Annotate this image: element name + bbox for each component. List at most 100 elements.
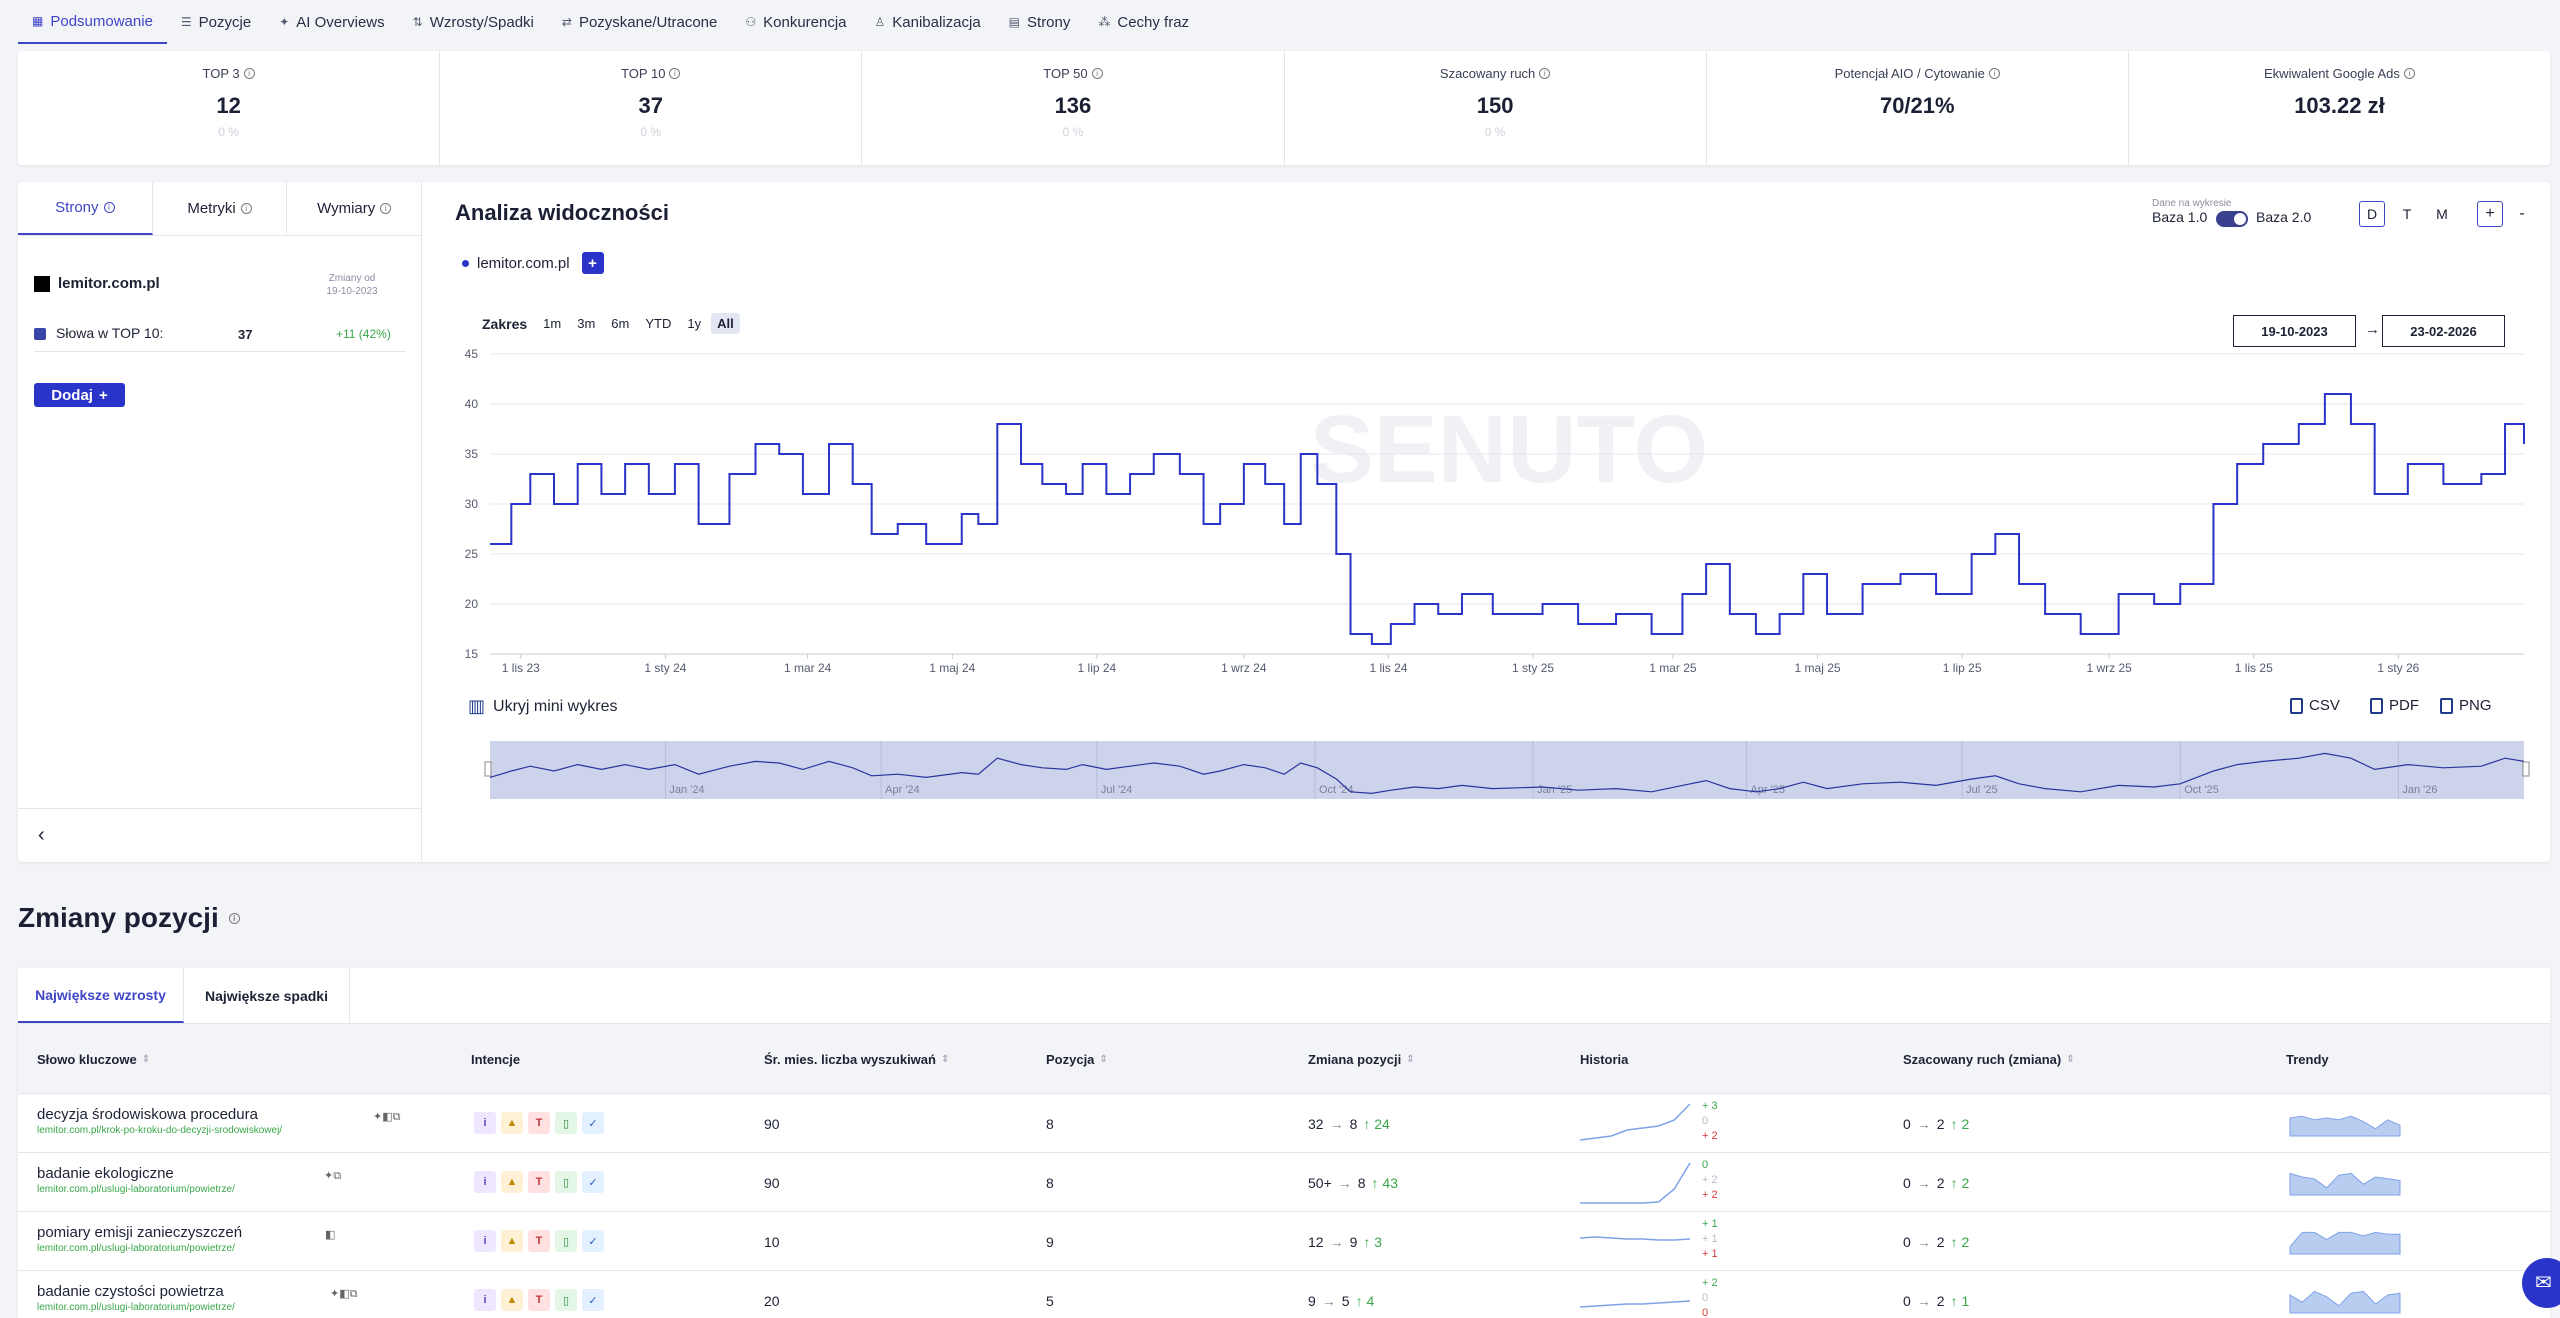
info-icon[interactable]: i xyxy=(2403,68,2415,79)
intent-badge[interactable]: i xyxy=(474,1230,496,1252)
keyword-url[interactable]: lemitor.com.pl/uslugi-laboratorium/powie… xyxy=(37,1302,235,1313)
keyword-url[interactable]: lemitor.com.pl/uslugi-laboratorium/powie… xyxy=(37,1243,235,1254)
tab-metryki[interactable]: Metryki i xyxy=(153,182,288,235)
table-row[interactable]: decyzja środowiskowa procedura lemitor.c… xyxy=(18,1094,2550,1153)
col-position[interactable]: Pozycja ⇕ xyxy=(1046,1024,1108,1094)
x-tick-label: 1 lis 25 xyxy=(2235,661,2273,675)
file-icon xyxy=(2370,697,2383,714)
table-row[interactable]: badanie ekologiczne lemitor.com.pl/uslug… xyxy=(18,1153,2550,1212)
person-icon: ♙ xyxy=(874,15,886,29)
tab-konkurencja[interactable]: ⚇ Konkurencja xyxy=(731,0,860,44)
tab-wymiary[interactable]: Wymiary i xyxy=(287,182,421,235)
navigator-tick-label: Apr '24 xyxy=(885,784,920,796)
intent-badge[interactable]: T xyxy=(528,1230,550,1252)
keyword-url[interactable]: lemitor.com.pl/krok-po-kroku-do-decyzji-… xyxy=(37,1125,282,1136)
tab-ai-overviews[interactable]: ✦ AI Overviews xyxy=(265,0,398,44)
history-delta: + 1 xyxy=(1702,1248,1718,1260)
tab-biggest-gains[interactable]: Największe wzrosty xyxy=(18,968,184,1023)
info-icon[interactable]: i xyxy=(228,912,240,924)
intent-badge[interactable]: T xyxy=(528,1289,550,1311)
collapse-sidebar-button[interactable]: ‹ xyxy=(18,808,422,862)
intent-badge[interactable]: ▯ xyxy=(555,1171,577,1193)
info-icon[interactable]: i xyxy=(1539,68,1551,79)
kpi-top50: TOP 50 i 136 0 % xyxy=(862,51,1285,165)
metric-color-swatch[interactable] xyxy=(34,328,46,340)
history-delta: + 3 xyxy=(1702,1100,1718,1112)
keyword-url[interactable]: lemitor.com.pl/uslugi-laboratorium/powie… xyxy=(37,1184,235,1195)
change-delta: ↑ 24 xyxy=(1363,1115,1390,1132)
table-row[interactable]: pomiary emisji zanieczyszczeń lemitor.co… xyxy=(18,1212,2550,1271)
plus-icon: + xyxy=(98,386,108,404)
intent-badge[interactable]: ▯ xyxy=(555,1230,577,1252)
intent-badge[interactable]: ✓ xyxy=(582,1171,604,1193)
navigator-handle-right xyxy=(2522,761,2530,777)
mini-navigator-chart[interactable]: Jan '24 Apr '24 Jul '24 Oct '24 Jan '25 Apr '… xyxy=(422,737,2550,807)
intent-badge[interactable]: i xyxy=(474,1289,496,1311)
tab-pozyskane-utracone[interactable]: ⇄ Pozyskane/Utracone xyxy=(548,0,731,44)
history-delta: 0 xyxy=(1702,1159,1709,1171)
visibility-panel: Strony i Metryki i Wymiary i lemitor.com.pl… xyxy=(18,182,2550,862)
intent-badge[interactable]: i xyxy=(474,1112,496,1134)
col-keyword[interactable]: Słowo kluczowe ⇕ xyxy=(37,1024,150,1094)
position: 8 xyxy=(1046,1174,1054,1191)
tab-label: Pozycje xyxy=(198,13,252,31)
intent-badge[interactable]: ▯ xyxy=(555,1112,577,1134)
hide-mini-chart-button[interactable]: ▥ Ukryj mini wykres xyxy=(468,696,617,717)
position: 9 xyxy=(1046,1233,1054,1250)
x-tick-label: 1 mar 24 xyxy=(784,661,832,675)
export-csv-button[interactable]: CSV xyxy=(2290,697,2340,714)
kpi-label: TOP 50 xyxy=(1043,66,1088,81)
visibility-chart[interactable]: SENUTO 15 20 25 30 35 40 45 1 lis 23 1 sty 24 1 ma… xyxy=(422,182,2550,682)
intent-badge[interactable]: ▲ xyxy=(501,1289,523,1311)
tab-strony[interactable]: ▤ Strony xyxy=(995,0,1085,44)
intent-badge[interactable]: T xyxy=(528,1112,550,1134)
info-icon[interactable]: i xyxy=(669,68,681,79)
intent-badge[interactable]: ✓ xyxy=(582,1289,604,1311)
tab-biggest-drops[interactable]: Największe spadki xyxy=(184,968,350,1023)
tab-pozycje[interactable]: ☰ Pozycje xyxy=(167,0,265,44)
history-deltas: + 2 0 0 xyxy=(1702,1276,1718,1318)
sort-icon: ⇕ xyxy=(940,1053,950,1065)
chart-area: Analiza widoczności Dane na wykresie Baz… xyxy=(422,182,2550,862)
table-row[interactable]: badanie czystości powietrza lemitor.com.… xyxy=(18,1271,2550,1318)
export-png-button[interactable]: PNG xyxy=(2440,697,2492,714)
sort-icon: ⇕ xyxy=(141,1053,151,1065)
intent-badge[interactable]: i xyxy=(474,1171,496,1193)
info-icon[interactable]: i xyxy=(1988,68,2000,79)
add-domain-button[interactable]: Dodaj + xyxy=(34,383,125,407)
tab-podsumowanie[interactable]: ▦ Podsumowanie xyxy=(18,0,167,44)
top10-metric-row: Słowa w TOP 10: 37 +11 (42%) xyxy=(34,322,406,352)
changes-label: Zmiany od xyxy=(328,273,376,284)
keyword[interactable]: badanie ekologiczne xyxy=(37,1165,174,1182)
intent-badge[interactable]: ▯ xyxy=(555,1289,577,1311)
info-icon[interactable]: i xyxy=(243,68,255,79)
sort-icon: ⇕ xyxy=(1406,1053,1415,1065)
traffic-from: 0 xyxy=(1903,1292,1911,1309)
export-pdf-button[interactable]: PDF xyxy=(2370,697,2419,714)
col-volume[interactable]: Śr. mies. liczba wyszukiwań ⇕ xyxy=(764,1024,949,1094)
intent-badge[interactable]: ✓ xyxy=(582,1230,604,1252)
traffic-change: 0 → 2 ↑ 2 xyxy=(1903,1153,1969,1212)
keyword[interactable]: pomiary emisji zanieczyszczeń xyxy=(37,1224,242,1241)
position-change: 9 → 5 ↑ 4 xyxy=(1308,1271,1374,1318)
col-traffic[interactable]: Szacowany ruch (zmiana) ⇕ xyxy=(1903,1024,2075,1094)
keyword[interactable]: badanie czystości powietrza xyxy=(37,1283,224,1300)
tab-strony-left[interactable]: Strony i xyxy=(18,182,153,235)
intent-badge[interactable]: ✓ xyxy=(582,1112,604,1134)
col-position-change[interactable]: Zmiana pozycji ⇕ xyxy=(1308,1024,1415,1094)
tab-label: Metryki xyxy=(187,200,236,217)
tab-wzrosty-spadki[interactable]: ⇅ Wzrosty/Spadki xyxy=(399,0,548,44)
keyword[interactable]: decyzja środowiskowa procedura xyxy=(37,1106,258,1123)
tab-kanibalizacja[interactable]: ♙ Kanibalizacja xyxy=(861,0,995,44)
sort-icon: ⇕ xyxy=(2066,1053,2075,1065)
change-to: 8 xyxy=(1357,1174,1366,1191)
intent-badge[interactable]: ▲ xyxy=(501,1112,523,1134)
col-label: Zmiana pozycji xyxy=(1308,1051,1402,1067)
info-icon[interactable]: i xyxy=(1091,68,1103,79)
intent-badge[interactable]: T xyxy=(528,1171,550,1193)
history-deltas: + 1 + 1 + 1 xyxy=(1702,1217,1718,1262)
intent-badge[interactable]: ▲ xyxy=(501,1171,523,1193)
domain-color-swatch[interactable] xyxy=(34,276,50,292)
intent-badge[interactable]: ▲ xyxy=(501,1230,523,1252)
tab-cechy-fraz[interactable]: ⁂ Cechy fraz xyxy=(1084,0,1203,44)
